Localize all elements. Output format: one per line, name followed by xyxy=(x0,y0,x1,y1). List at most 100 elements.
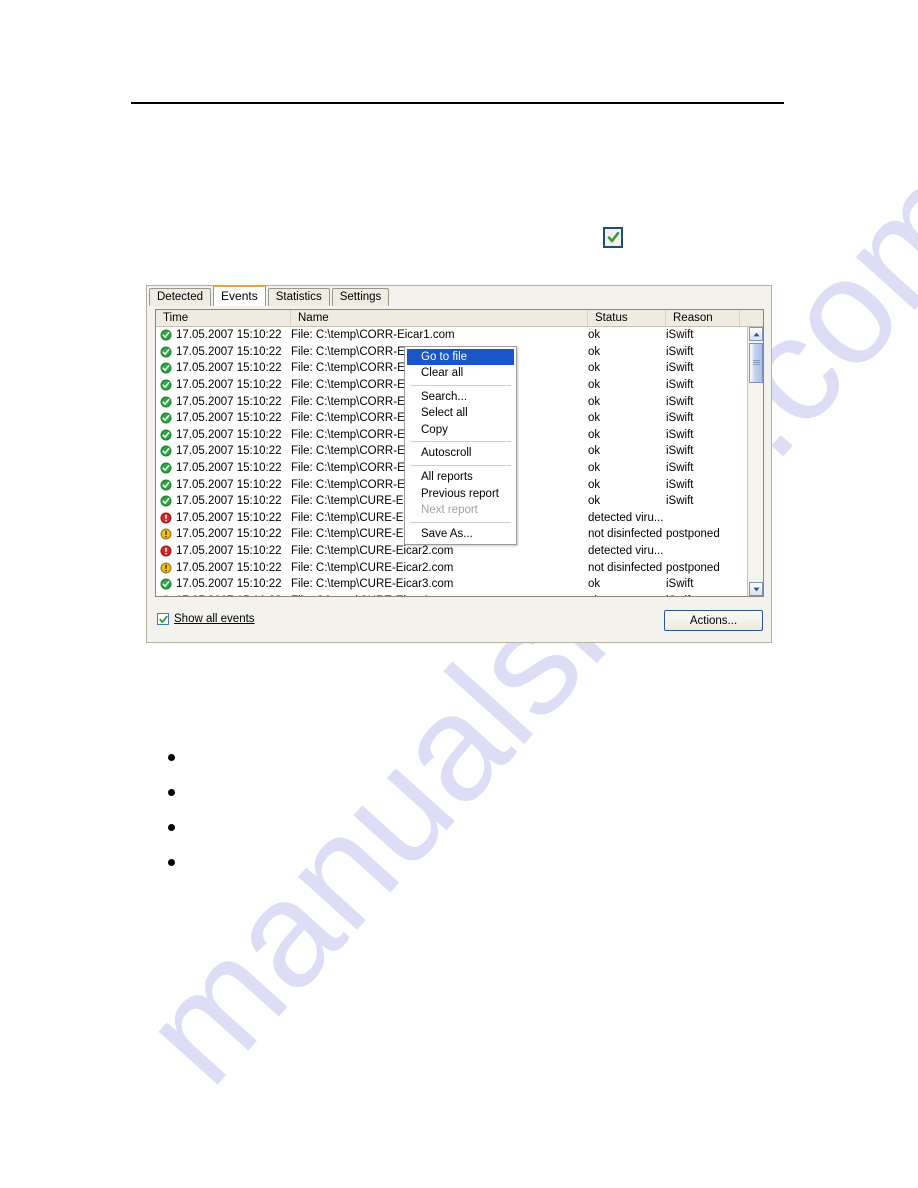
checkbox-checked-icon xyxy=(603,227,623,248)
cell-reason: iSwift xyxy=(666,395,694,408)
cell-time: 17.05.2007 15:10:22 xyxy=(176,528,282,541)
menu-item-previous-report[interactable]: Previous report xyxy=(405,486,516,503)
column-header-status[interactable]: Status xyxy=(588,310,666,326)
column-header-filler xyxy=(740,310,763,326)
cell-reason: iSwift xyxy=(666,495,694,508)
cell-status: ok xyxy=(588,395,601,408)
cell-status: detected viru... xyxy=(588,545,664,558)
cell-time: 17.05.2007 15:10:22 xyxy=(176,545,282,558)
cell-reason: iSwift xyxy=(666,578,694,591)
ok-icon xyxy=(156,445,176,457)
cell-reason: iSwift xyxy=(666,379,694,392)
menu-item-next-report: Next report xyxy=(421,504,478,517)
ok-icon xyxy=(156,429,176,441)
menu-separator xyxy=(410,441,511,443)
error-icon xyxy=(156,545,176,557)
cell-time: 17.05.2007 15:10:22 xyxy=(176,412,282,425)
cell-reason: iSwift xyxy=(666,478,694,491)
menu-item-save-as[interactable]: Save As... xyxy=(405,526,516,543)
actions-button[interactable]: Actions... xyxy=(664,610,763,631)
cell-time: 17.05.2007 15:10:22 xyxy=(176,578,282,591)
tab-settings[interactable]: Settings xyxy=(331,288,390,306)
scrollbar-grip-icon xyxy=(752,360,760,366)
menu-item-select-all[interactable]: Select all xyxy=(405,405,516,422)
error-icon xyxy=(156,512,176,524)
ok-icon xyxy=(156,595,176,596)
menu-item-search[interactable]: Search... xyxy=(405,389,516,406)
menu-separator xyxy=(410,464,511,466)
list-item xyxy=(168,820,768,855)
warning-icon xyxy=(156,562,176,574)
cell-status: not disinfected xyxy=(588,561,663,574)
ok-icon xyxy=(156,479,176,491)
vertical-scrollbar[interactable] xyxy=(747,327,763,596)
ok-icon xyxy=(156,362,176,374)
context-menu[interactable]: Go to file Clear all Search... Select all Co… xyxy=(404,346,517,546)
cell-reason: iSwift xyxy=(666,445,694,458)
list-header-row: Time Name Status Reason xyxy=(156,310,763,327)
cell-time: 17.05.2007 15:10:22 xyxy=(176,428,282,441)
cell-status: ok xyxy=(588,578,601,591)
ok-icon xyxy=(156,412,176,424)
cell-reason: iSwift xyxy=(666,329,694,342)
scrollbar-thumb[interactable] xyxy=(749,343,763,383)
chevron-down-icon[interactable] xyxy=(749,582,763,596)
cell-name: File: C:\temp\CURE-Eicar2.com xyxy=(291,545,454,558)
cell-time: 17.05.2007 15:10:22 xyxy=(176,478,282,491)
list-item xyxy=(168,750,768,785)
ok-icon xyxy=(156,578,176,590)
cell-status: ok xyxy=(588,362,601,375)
cell-status: detected viru... xyxy=(588,511,664,524)
cell-time: 17.05.2007 15:10:22 xyxy=(176,362,282,375)
cell-status: not disinfected xyxy=(588,528,663,541)
table-row[interactable]: 17.05.2007 15:10:22File: C:\temp\CURE-Ei… xyxy=(156,576,747,593)
table-row[interactable]: 17.05.2007 15:10:22File: C:\temp\CURE-Ei… xyxy=(156,559,747,576)
table-row[interactable]: 17.05.2007 15:10:22 File: C:\temp\CORR-Ei… xyxy=(156,327,747,344)
ok-icon xyxy=(156,495,176,507)
menu-item-go-to-file[interactable]: Go to file xyxy=(407,349,514,365)
menu-separator xyxy=(410,384,511,386)
menu-separator xyxy=(410,521,511,523)
cell-time: 17.05.2007 15:10:22 xyxy=(176,445,282,458)
bullet-icon xyxy=(168,789,175,796)
ok-icon xyxy=(156,462,176,474)
cell-time: 17.05.2007 15:10:22 xyxy=(176,561,282,574)
show-all-events-checkbox[interactable]: Show all events xyxy=(157,613,255,625)
tab-detected[interactable]: Detected xyxy=(149,288,212,306)
menu-item-copy[interactable]: Copy xyxy=(405,422,516,439)
cell-reason: iSwift xyxy=(666,362,694,375)
menu-item-all-reports[interactable]: All reports xyxy=(405,469,516,486)
cell-name: File: C:\temp\CURE-Eicar3.com xyxy=(291,578,454,591)
table-row[interactable]: 17.05.2007 15:10:22File: C:\temp\CURE-Ei… xyxy=(156,593,747,596)
cell-reason: iSwift xyxy=(666,345,694,358)
cell-status: ok xyxy=(588,495,601,508)
cell-time: 17.05.2007 15:10:22 xyxy=(176,462,282,475)
bullet-icon xyxy=(168,859,175,866)
column-header-time[interactable]: Time xyxy=(156,310,291,326)
ok-icon xyxy=(156,379,176,391)
cell-status: ok xyxy=(588,329,601,342)
menu-item-autoscroll[interactable]: Autoscroll xyxy=(405,445,516,462)
ok-icon xyxy=(156,396,176,408)
cell-status: ok xyxy=(588,462,601,475)
cell-reason: postponed xyxy=(666,561,720,574)
chevron-up-icon[interactable] xyxy=(749,327,763,341)
cell-time: 17.05.2007 15:10:22 xyxy=(176,345,282,358)
window-footer: Show all events Actions... xyxy=(155,610,763,634)
cell-time: 17.05.2007 15:10:22 xyxy=(176,511,282,524)
cell-name: File: C:\temp\CURE-Eicar4.com xyxy=(291,595,588,596)
cell-reason: iSwift xyxy=(666,462,694,475)
tab-events[interactable]: Events xyxy=(213,285,266,306)
cell-reason: iSwift xyxy=(666,428,694,441)
bullet-icon xyxy=(168,824,175,831)
menu-item-clear-all[interactable]: Clear all xyxy=(405,365,516,382)
cell-time: 17.05.2007 15:10:22 xyxy=(176,329,282,342)
cell-status: ok xyxy=(588,379,601,392)
column-header-reason[interactable]: Reason xyxy=(666,310,740,326)
cell-time: 17.05.2007 15:10:22 xyxy=(176,595,291,596)
page-horizontal-rule xyxy=(131,102,784,104)
tab-statistics[interactable]: Statistics xyxy=(267,288,330,306)
checkbox-checked-small-icon xyxy=(157,613,169,625)
cell-time: 17.05.2007 15:10:22 xyxy=(176,495,282,508)
column-header-name[interactable]: Name xyxy=(291,310,588,326)
